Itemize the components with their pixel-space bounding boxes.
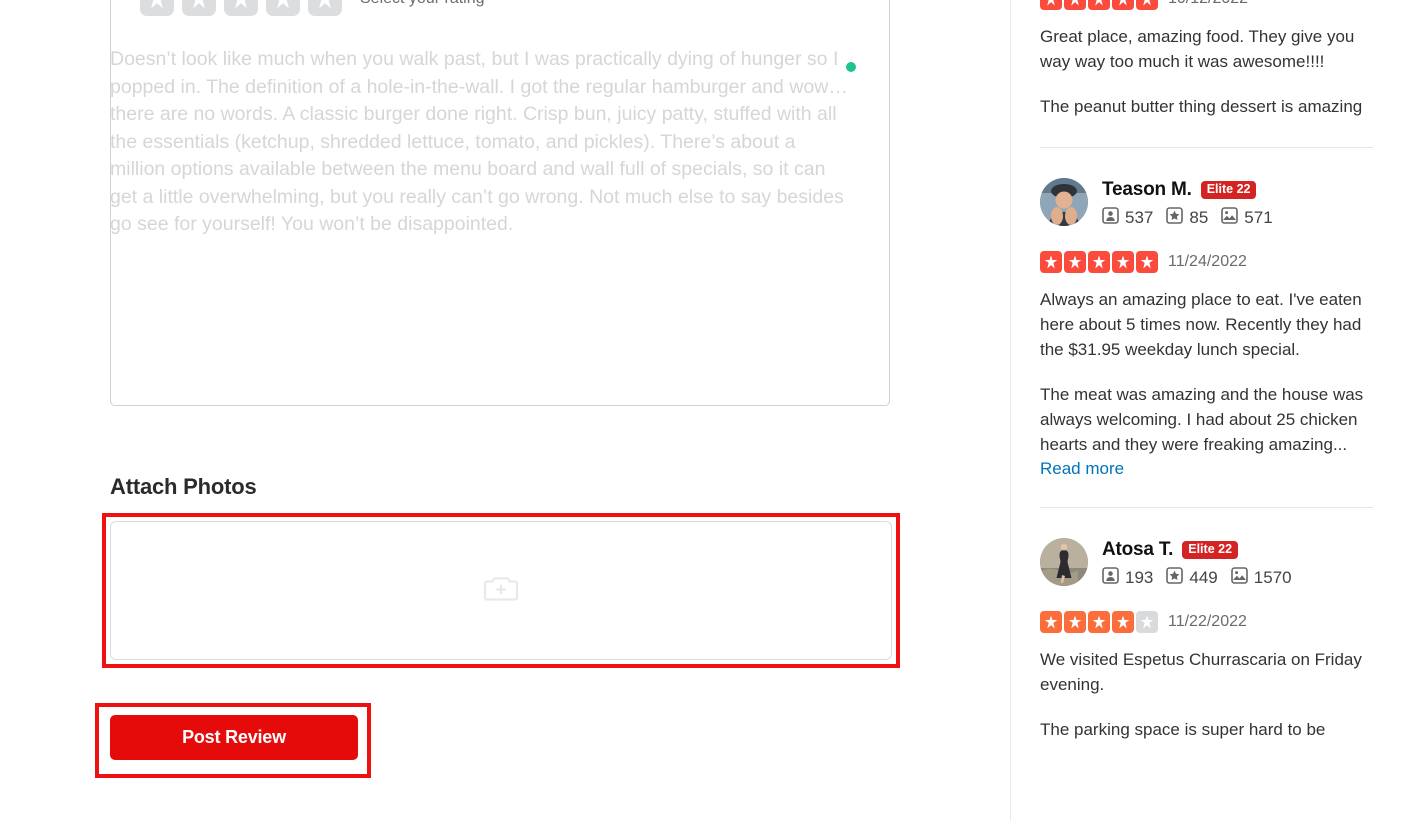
review-paragraph: Great place, amazing food. They give you… bbox=[1040, 27, 1355, 71]
rating-label: Select your rating bbox=[360, 0, 485, 8]
reviews-sidebar[interactable]: 10/12/2022 Great place, amazing food. Th… bbox=[1010, 0, 1411, 821]
star-filled bbox=[1040, 0, 1062, 10]
user-name[interactable]: Teason M. bbox=[1102, 179, 1192, 201]
star-empty bbox=[1136, 611, 1158, 633]
review-paragraph: The meat was amazing and the house was a… bbox=[1040, 385, 1364, 454]
star-filled bbox=[1112, 0, 1134, 10]
review-composer: Select your rating Doesn’t look like muc… bbox=[0, 0, 1000, 821]
user-name-row: Atosa T. Elite 22 bbox=[1102, 539, 1292, 561]
review-page: Select your rating Doesn’t look like muc… bbox=[0, 0, 1411, 821]
review-date: 11/24/2022 bbox=[1168, 253, 1247, 270]
star-filled bbox=[1064, 0, 1086, 10]
star-filled bbox=[1136, 251, 1158, 273]
reviews-count: 85 bbox=[1189, 208, 1209, 227]
user-meta: Teason M. Elite 22 537 85 571 bbox=[1102, 178, 1273, 229]
elite-badge: Elite 22 bbox=[1182, 541, 1239, 559]
review-date: 10/12/2022 bbox=[1168, 0, 1248, 8]
reviews-star-icon bbox=[1166, 567, 1184, 589]
star-filled bbox=[1064, 251, 1086, 273]
attach-photos-title: Attach Photos bbox=[110, 474, 257, 499]
photos-image-icon bbox=[1230, 567, 1248, 589]
review-divider bbox=[1040, 507, 1373, 508]
photo-dropzone[interactable] bbox=[110, 521, 892, 660]
rating-star-5[interactable] bbox=[308, 0, 342, 16]
stat-reviews: 85 bbox=[1166, 207, 1208, 229]
camera-plus-icon bbox=[483, 573, 519, 608]
review-stars bbox=[1040, 251, 1158, 273]
star-filled bbox=[1112, 251, 1134, 273]
post-review-button[interactable]: Post Review bbox=[110, 715, 358, 760]
user-name[interactable]: Atosa T. bbox=[1102, 539, 1173, 561]
review-item: 10/12/2022 Great place, amazing food. Th… bbox=[1030, 0, 1383, 119]
review-paragraph: The peanut butter thing dessert is amazi… bbox=[1040, 97, 1363, 116]
review-date: 11/22/2022 bbox=[1168, 613, 1247, 630]
user-name-row: Teason M. Elite 22 bbox=[1102, 179, 1273, 201]
star-filled bbox=[1088, 0, 1110, 10]
review-placeholder-text: Doesn’t look like much when you walk pas… bbox=[110, 48, 848, 235]
photos-image-icon bbox=[1221, 207, 1239, 229]
rating-star-2[interactable] bbox=[182, 0, 216, 16]
review-paragraph: Always an amazing place to eat. I've eat… bbox=[1040, 290, 1362, 359]
review-rating-row: 11/24/2022 bbox=[1040, 251, 1373, 273]
elite-badge: Elite 22 bbox=[1200, 181, 1257, 199]
user-avatar-teason[interactable] bbox=[1040, 178, 1088, 226]
friends-icon bbox=[1102, 567, 1119, 589]
stat-friends: 193 bbox=[1102, 567, 1153, 589]
photos-count: 571 bbox=[1244, 208, 1273, 227]
user-meta: Atosa T. Elite 22 193 449 1570 bbox=[1102, 538, 1292, 589]
rating-star-4[interactable] bbox=[266, 0, 300, 16]
stat-photos: 571 bbox=[1221, 207, 1273, 229]
review-stars bbox=[1040, 611, 1158, 633]
stat-photos: 1570 bbox=[1230, 567, 1292, 589]
review-user-row[interactable]: Teason M. Elite 22 537 85 571 bbox=[1040, 178, 1373, 229]
reviews-count: 449 bbox=[1189, 568, 1218, 587]
review-item: Atosa T. Elite 22 193 449 1570 11/22/202… bbox=[1030, 538, 1383, 742]
review-stars bbox=[1040, 0, 1158, 10]
cursor-dot-indicator bbox=[846, 62, 856, 72]
star-filled bbox=[1136, 0, 1158, 10]
stat-friends: 537 bbox=[1102, 207, 1153, 229]
read-more-link[interactable]: Read more bbox=[1040, 459, 1124, 479]
star-filled bbox=[1040, 611, 1062, 633]
review-divider bbox=[1040, 147, 1373, 148]
star-filled bbox=[1040, 251, 1062, 273]
user-avatar-atosa[interactable] bbox=[1040, 538, 1088, 586]
photos-count: 1570 bbox=[1253, 568, 1292, 587]
review-rating-row: 10/12/2022 bbox=[1040, 0, 1373, 10]
review-paragraph: We visited Espetus Churrascaria on Frida… bbox=[1040, 650, 1362, 694]
rating-star-3[interactable] bbox=[224, 0, 258, 16]
review-user-row[interactable]: Atosa T. Elite 22 193 449 1570 bbox=[1040, 538, 1373, 589]
user-stats-row: 193 449 1570 bbox=[1102, 567, 1292, 589]
star-filled bbox=[1064, 611, 1086, 633]
friends-count: 193 bbox=[1125, 568, 1154, 587]
star-filled bbox=[1088, 251, 1110, 273]
review-rating-row: 11/22/2022 bbox=[1040, 611, 1373, 633]
review-paragraph: The parking space is super hard to be bbox=[1040, 720, 1326, 739]
rating-star-1[interactable] bbox=[140, 0, 174, 16]
star-rating-selector[interactable]: Select your rating bbox=[140, 0, 485, 16]
review-item: Teason M. Elite 22 537 85 571 11/24/2022… bbox=[1030, 178, 1383, 479]
stat-reviews: 449 bbox=[1166, 567, 1218, 589]
star-filled bbox=[1088, 611, 1110, 633]
friends-count: 537 bbox=[1125, 208, 1154, 227]
user-stats-row: 537 85 571 bbox=[1102, 207, 1273, 229]
star-filled bbox=[1112, 611, 1134, 633]
reviews-star-icon bbox=[1166, 207, 1184, 229]
friends-icon bbox=[1102, 207, 1119, 229]
